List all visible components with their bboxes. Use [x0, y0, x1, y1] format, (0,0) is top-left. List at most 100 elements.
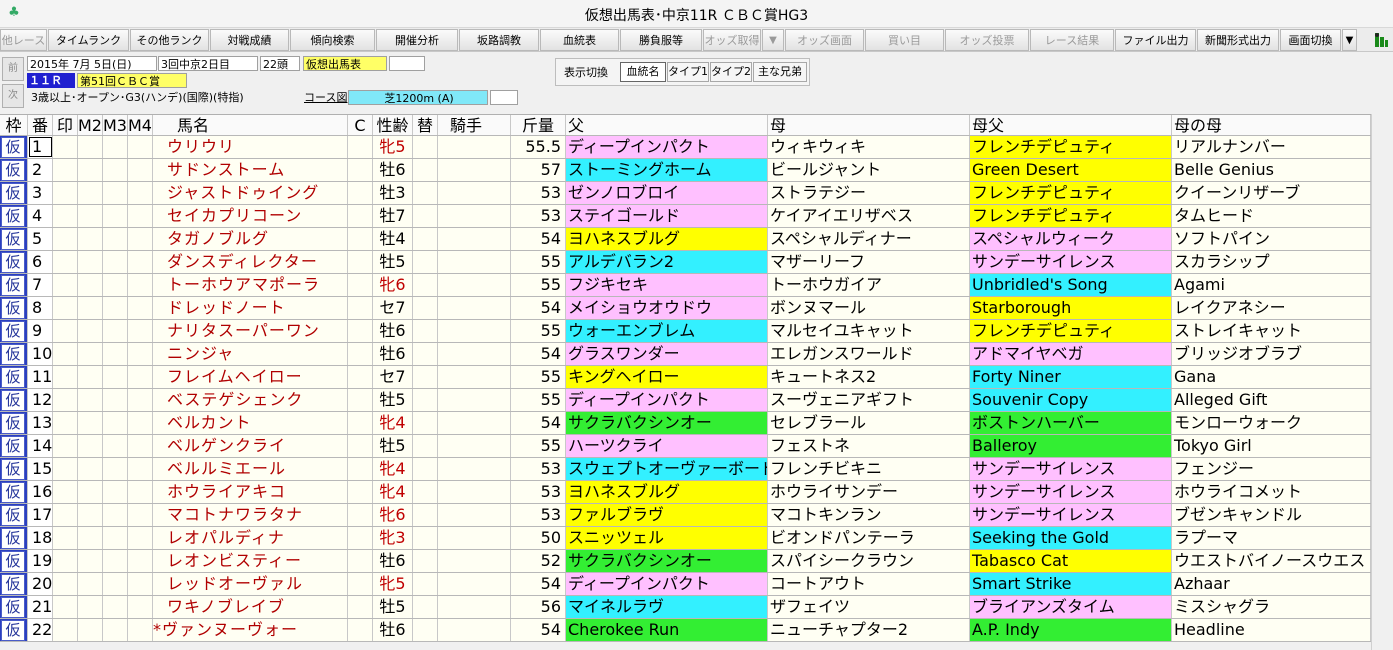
bms-cell[interactable]: Forty Niner — [970, 366, 1172, 388]
sire-cell[interactable]: ディープインパクト — [566, 573, 768, 595]
damdam-cell[interactable]: モンローウォーク — [1172, 412, 1371, 434]
mark-cell[interactable] — [53, 343, 78, 365]
sire-cell[interactable]: スウェプトオーヴァーボード — [566, 458, 768, 480]
meeting-analysis-button[interactable]: 開催分析 — [376, 29, 458, 51]
number-cell[interactable]: 12 — [28, 389, 53, 411]
jockey-cell[interactable] — [438, 182, 511, 204]
m2-cell[interactable] — [78, 205, 103, 227]
bms-cell[interactable]: ボストンハーバー — [970, 412, 1172, 434]
number-cell[interactable]: 21 — [28, 596, 53, 618]
bms-cell[interactable]: サンデーサイレンス — [970, 251, 1172, 273]
m4-cell[interactable] — [128, 182, 153, 204]
odds-vote-button[interactable]: オッズ投票 — [945, 29, 1029, 51]
dam-cell[interactable]: ビールジャント — [768, 159, 970, 181]
mark-cell[interactable] — [53, 274, 78, 296]
dam-cell[interactable]: トーホウガイア — [768, 274, 970, 296]
damdam-cell[interactable]: Belle Genius — [1172, 159, 1371, 181]
col-c[interactable]: C — [348, 115, 373, 135]
dam-cell[interactable]: ボンヌマール — [768, 297, 970, 319]
horse-name-cell[interactable]: セイカプリコーン — [153, 205, 348, 227]
sire-cell[interactable]: ステイゴールド — [566, 205, 768, 227]
waku-cell[interactable]: 仮 — [0, 573, 28, 595]
dam-cell[interactable]: スペシャルディナー — [768, 228, 970, 250]
sire-cell[interactable]: サクラバクシンオー — [566, 412, 768, 434]
dam-cell[interactable]: ザフェイツ — [768, 596, 970, 618]
waku-cell[interactable]: 仮 — [0, 274, 28, 296]
m4-cell[interactable] — [128, 573, 153, 595]
m4-cell[interactable] — [128, 550, 153, 572]
dam-cell[interactable]: ウィキウィキ — [768, 136, 970, 158]
jockey-cell[interactable] — [438, 228, 511, 250]
dam-cell[interactable]: ニューチャプター2 — [768, 619, 970, 641]
damdam-cell[interactable]: レイクアネシー — [1172, 297, 1371, 319]
table-row[interactable]: 仮 11 フレイムヘイロー セ7 55 キングヘイロー キュートネス2 Forty Niner… — [0, 366, 1371, 389]
m4-cell[interactable] — [128, 343, 153, 365]
table-row[interactable]: 仮 17 マコトナワラタナ 牝6 53 ファルブラヴ マコトキンラン サンデーサイレンス ブゼン… — [0, 504, 1371, 527]
mark-cell[interactable] — [53, 481, 78, 503]
m4-cell[interactable] — [128, 412, 153, 434]
waku-cell[interactable]: 仮 — [0, 619, 28, 641]
number-cell[interactable]: 5 — [28, 228, 53, 250]
horse-name-cell[interactable]: ドレッドノート — [153, 297, 348, 319]
dam-cell[interactable]: ビオンドパンテーラ — [768, 527, 970, 549]
sire-cell[interactable]: ウォーエンブレム — [566, 320, 768, 342]
view-siblings-button[interactable]: 主な兄弟 — [753, 62, 807, 82]
m4-cell[interactable] — [128, 205, 153, 227]
bms-cell[interactable]: フレンチデピュティ — [970, 205, 1172, 227]
waku-cell[interactable]: 仮 — [0, 458, 28, 480]
m2-cell[interactable] — [78, 481, 103, 503]
mark-cell[interactable] — [53, 619, 78, 641]
waku-cell[interactable]: 仮 — [0, 550, 28, 572]
table-row[interactable]: 仮 10 ニンジャ 牡6 54 グラスワンダー エレガンスワールド アドマイヤベガ ブリッジオブ… — [0, 343, 1371, 366]
bms-cell[interactable]: フレンチデピュティ — [970, 182, 1172, 204]
bms-cell[interactable]: フレンチデピュティ — [970, 320, 1172, 342]
m2-cell[interactable] — [78, 389, 103, 411]
jockey-cell[interactable] — [438, 458, 511, 480]
view-pedigree-button[interactable]: 血統名 — [620, 62, 666, 82]
m3-cell[interactable] — [103, 251, 128, 273]
m4-cell[interactable] — [128, 596, 153, 618]
sire-cell[interactable]: Cherokee Run — [566, 619, 768, 641]
number-cell[interactable]: 3 — [28, 182, 53, 204]
jockey-cell[interactable] — [438, 205, 511, 227]
bms-cell[interactable]: A.P. Indy — [970, 619, 1172, 641]
m2-cell[interactable] — [78, 159, 103, 181]
table-row[interactable]: 仮 4 セイカプリコーン 牡7 53 ステイゴールド ケイアイエリザベス フレンチデピュティタ… — [0, 205, 1371, 228]
m2-cell[interactable] — [78, 527, 103, 549]
damdam-cell[interactable]: ブリッジオブラブ — [1172, 343, 1371, 365]
horse-name-cell[interactable]: ナリタスーパーワン — [153, 320, 348, 342]
mark-cell[interactable] — [53, 320, 78, 342]
jockey-cell[interactable] — [438, 527, 511, 549]
sire-cell[interactable]: ディープインパクト — [566, 389, 768, 411]
m4-cell[interactable] — [128, 504, 153, 526]
damdam-cell[interactable]: ソフトパイン — [1172, 228, 1371, 250]
jockey-cell[interactable] — [438, 343, 511, 365]
waku-cell[interactable]: 仮 — [0, 343, 28, 365]
mode-extra-field[interactable] — [389, 56, 425, 71]
m3-cell[interactable] — [103, 182, 128, 204]
col-damdam[interactable]: 母の母 — [1172, 115, 1371, 135]
mark-cell[interactable] — [53, 182, 78, 204]
m3-cell[interactable] — [103, 527, 128, 549]
table-row[interactable]: 仮 16 ホウライアキコ 牝4 53 ヨハネスブルグ ホウライサンデー サンデーサイレンス ホウ… — [0, 481, 1371, 504]
col-m4[interactable]: M4 — [128, 115, 153, 135]
waku-cell[interactable]: 仮 — [0, 205, 28, 227]
bms-cell[interactable]: アドマイヤベガ — [970, 343, 1172, 365]
waku-cell[interactable]: 仮 — [0, 182, 28, 204]
number-cell[interactable]: 14 — [28, 435, 53, 457]
damdam-cell[interactable]: Azhaar — [1172, 573, 1371, 595]
col-sex-age[interactable]: 性齢 — [373, 115, 413, 135]
bms-cell[interactable]: サンデーサイレンス — [970, 458, 1172, 480]
bms-cell[interactable]: サンデーサイレンス — [970, 504, 1172, 526]
m2-cell[interactable] — [78, 297, 103, 319]
col-waku[interactable]: 枠 — [0, 115, 28, 135]
bms-cell[interactable]: ブライアンズタイム — [970, 596, 1172, 618]
m4-cell[interactable] — [128, 251, 153, 273]
bms-cell[interactable]: Green Desert — [970, 159, 1172, 181]
damdam-cell[interactable]: ブゼンキャンドル — [1172, 504, 1371, 526]
horse-name-cell[interactable]: ジャストドゥイング — [153, 182, 348, 204]
dam-cell[interactable]: キュートネス2 — [768, 366, 970, 388]
damdam-cell[interactable]: ラプーマ — [1172, 527, 1371, 549]
mark-cell[interactable] — [53, 205, 78, 227]
damdam-cell[interactable]: ミスシャグラ — [1172, 596, 1371, 618]
